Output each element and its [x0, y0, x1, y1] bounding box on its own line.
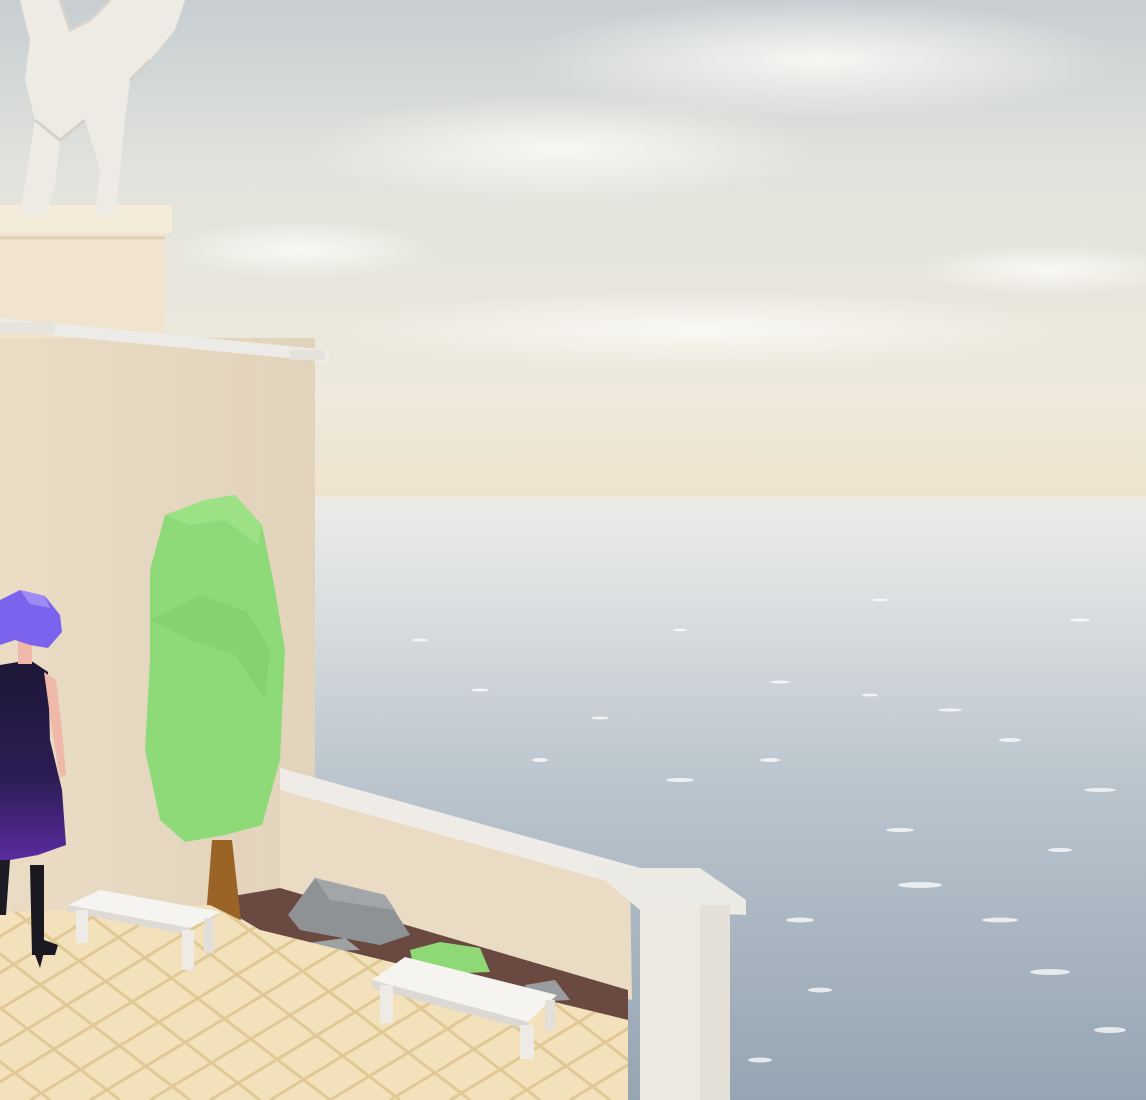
game-viewport[interactable] [0, 0, 1146, 1100]
scene-canvas [0, 0, 1146, 1100]
